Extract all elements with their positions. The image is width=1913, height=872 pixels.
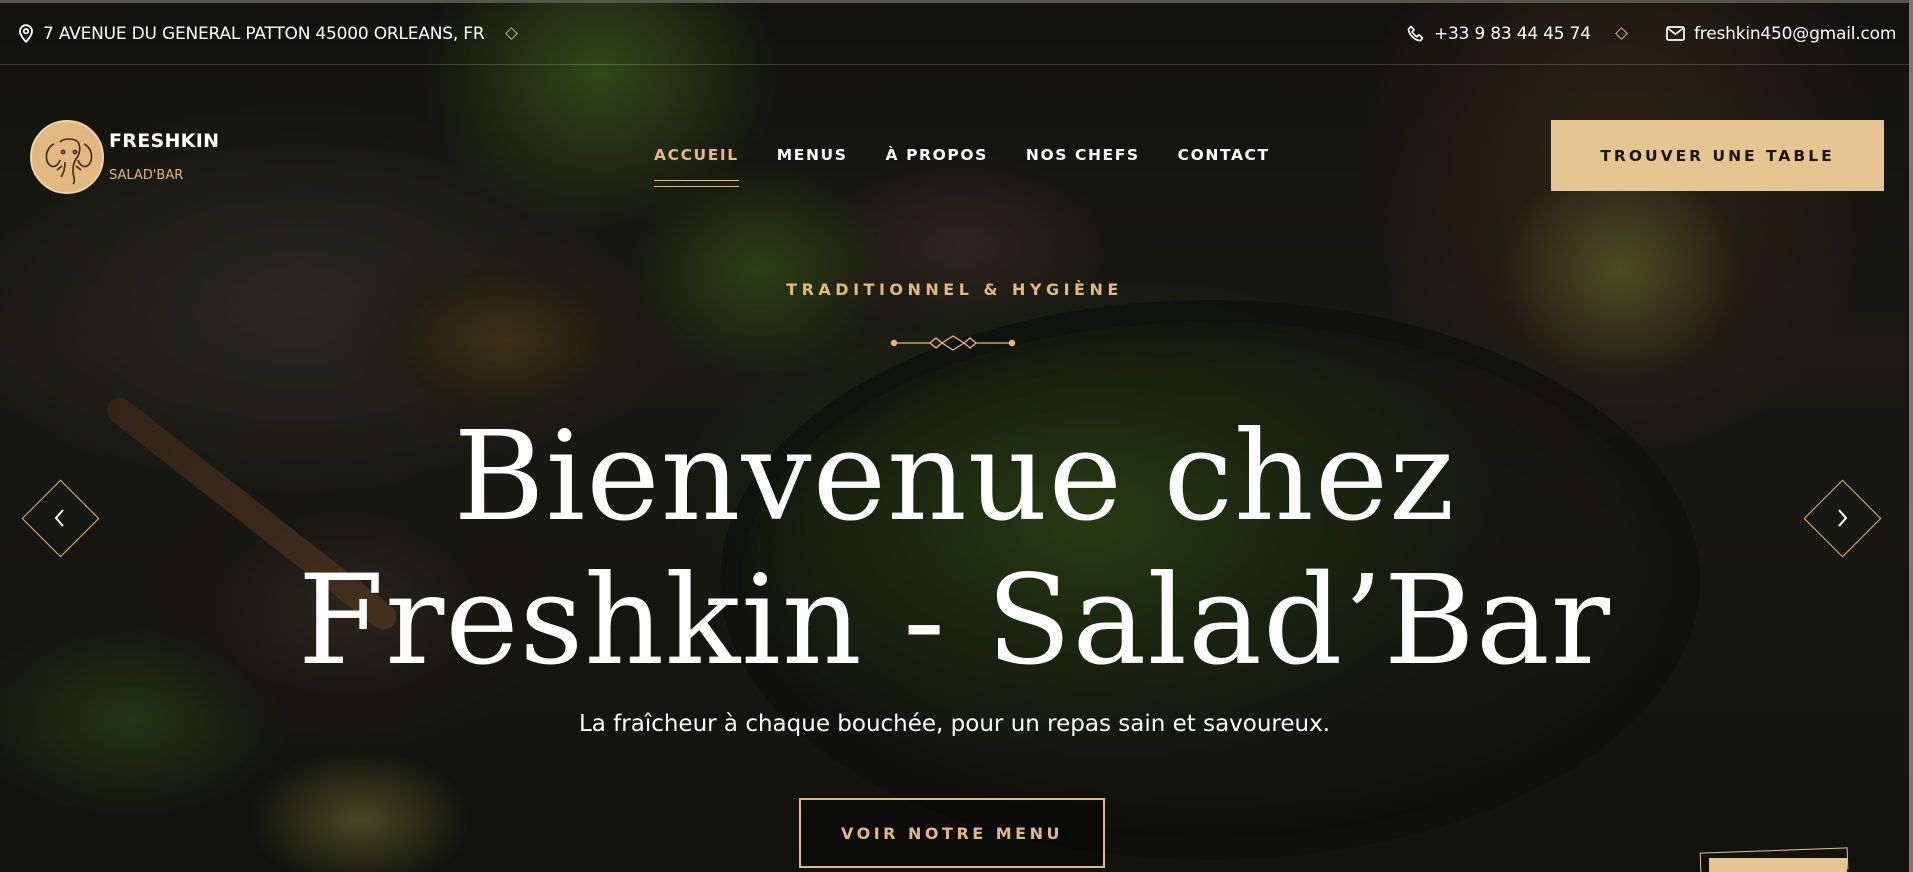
- mail-icon: [1666, 26, 1685, 41]
- slider-prev-button[interactable]: [21, 479, 99, 557]
- phone-icon: [1407, 25, 1425, 43]
- find-table-button[interactable]: TROUVER UNE TABLE: [1551, 120, 1884, 191]
- hero-subtitle: La fraîcheur à chaque bouchée, pour un r…: [578, 711, 1331, 737]
- address-info: 7 AVENUE DU GENERAL PATTON 45000 ORLEANS…: [18, 23, 485, 44]
- hero-eyebrow: TRADITIONNEL & HYGIÈNE: [786, 280, 1123, 299]
- brand-logo[interactable]: [30, 120, 104, 194]
- separator-diamond-icon: [1615, 27, 1628, 40]
- hero-title-line-1: Bienvenue chez: [453, 405, 1456, 549]
- floating-card[interactable]: [1709, 858, 1847, 872]
- location-pin-icon: [18, 24, 34, 43]
- phone-text: +33 9 83 44 45 74: [1434, 23, 1591, 44]
- slider-prev-frame: [21, 479, 99, 557]
- hero-title: Bienvenue chez Freshkin - Salad’Bar: [0, 405, 1909, 693]
- separator-diamond-icon: [505, 27, 518, 40]
- nav-item-contact[interactable]: CONTACT: [1178, 146, 1270, 164]
- nav-item-nos-chefs[interactable]: NOS CHEFS: [1026, 146, 1140, 164]
- view-menu-button[interactable]: VOIR NOTRE MENU: [799, 798, 1105, 868]
- email-text: freshkin450@gmail.com: [1694, 23, 1897, 44]
- slider-next-frame: [1803, 479, 1881, 557]
- nav-item-menus[interactable]: MENUS: [777, 146, 848, 164]
- brand-name[interactable]: FRESHKIN: [109, 130, 219, 152]
- brand-subtitle: SALAD'BAR: [109, 168, 184, 183]
- slider-next-button[interactable]: [1803, 479, 1881, 557]
- main-nav: ACCUEIL MENUS À PROPOS NOS CHEFS CONTACT: [654, 146, 1270, 187]
- top-info-bar: 7 AVENUE DU GENERAL PATTON 45000 ORLEANS…: [0, 3, 1909, 65]
- vertical-scrollbar[interactable]: [1909, 0, 1913, 872]
- nav-item-accueil[interactable]: ACCUEIL: [654, 146, 739, 187]
- address-text: 7 AVENUE DU GENERAL PATTON 45000 ORLEANS…: [43, 23, 485, 44]
- email-link[interactable]: freshkin450@gmail.com: [1666, 24, 1896, 44]
- ornament-divider-icon: [889, 334, 1017, 356]
- nav-item-a-propos[interactable]: À PROPOS: [886, 146, 988, 164]
- hero-title-line-2: Freshkin - Salad’Bar: [297, 549, 1612, 693]
- phone-link[interactable]: +33 9 83 44 45 74: [1407, 24, 1591, 44]
